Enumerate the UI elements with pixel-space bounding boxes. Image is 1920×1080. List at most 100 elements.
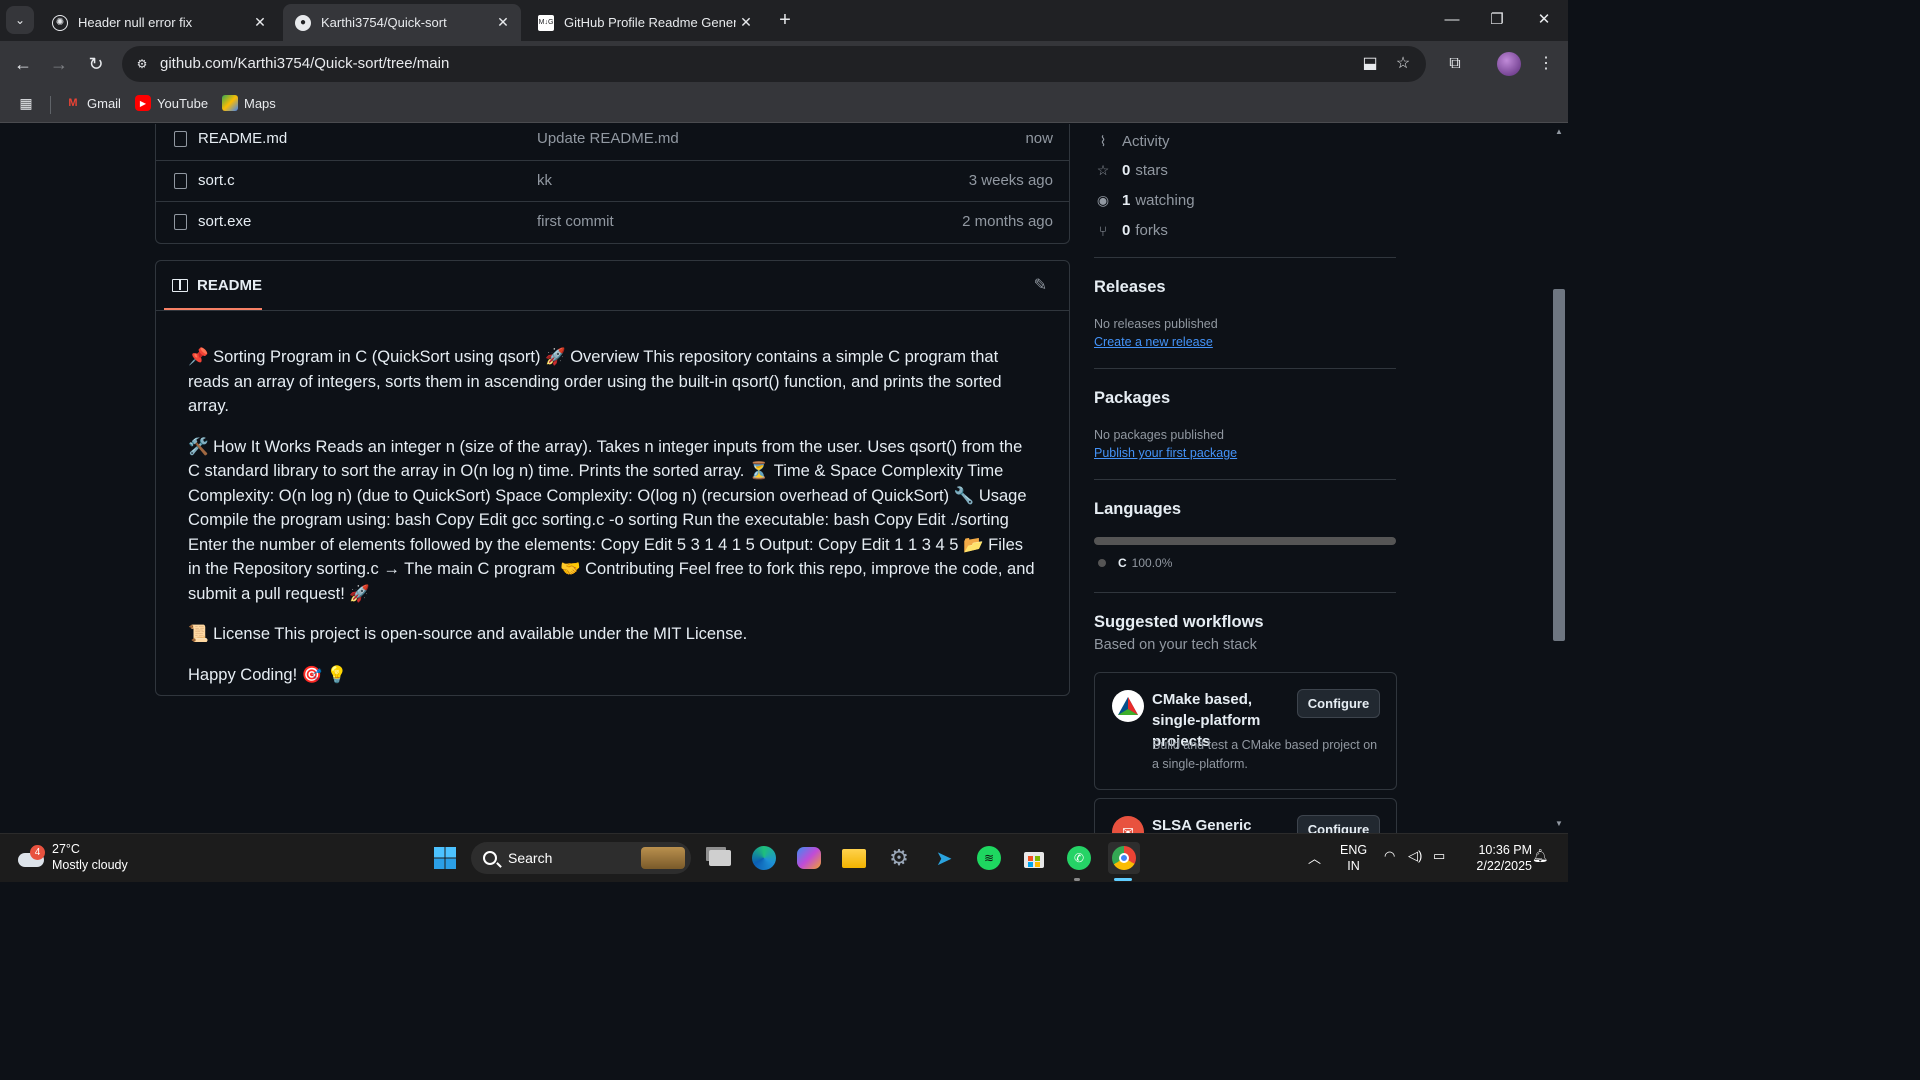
forward-arrow-icon[interactable]: →	[45, 50, 73, 78]
extensions-icon[interactable]: ⧉	[1443, 52, 1467, 76]
reload-icon[interactable]: ↻	[82, 50, 110, 78]
copilot-icon[interactable]	[793, 842, 825, 874]
commit-message-link[interactable]: Update README.md	[537, 130, 679, 147]
telegram-icon[interactable]: ➤	[928, 842, 960, 874]
search-label: Search	[508, 850, 553, 866]
edge-browser-icon[interactable]	[748, 842, 780, 874]
file-row[interactable]: README.md Update README.md now	[156, 124, 1069, 159]
workflows-heading: Suggested workflows	[1094, 613, 1264, 631]
whatsapp-icon[interactable]: ✆	[1063, 842, 1095, 874]
tab-quick-sort-repo[interactable]: ● Karthi3754/Quick-sort ✕	[283, 4, 521, 41]
pulse-icon: ⌇	[1099, 133, 1107, 149]
sidebar-divider	[1094, 479, 1396, 480]
bookmark-star-icon[interactable]: ☆	[1391, 52, 1415, 76]
configure-button[interactable]: Configure	[1297, 689, 1380, 718]
forks-link[interactable]: ⑂ 0 forks	[1094, 222, 1168, 239]
clock-date: 2/22/2025	[1476, 859, 1532, 873]
active-tab-underline	[164, 308, 262, 310]
close-tab-icon[interactable]: ✕	[250, 14, 270, 31]
chrome-menu-icon[interactable]: ⋮	[1534, 52, 1558, 76]
volume-icon[interactable]: ◁)	[1408, 848, 1422, 864]
languages-heading: Languages	[1094, 500, 1182, 518]
whatsapp-running-indicator	[1074, 878, 1080, 881]
input-language-indicator[interactable]: ENG IN	[1340, 842, 1367, 874]
system-clock[interactable]: 10:36 PM 2/22/2025	[1462, 842, 1532, 874]
notification-bell-icon[interactable]: 🔔︎	[1532, 848, 1549, 864]
file-name-link[interactable]: sort.c	[198, 172, 235, 189]
apps-grid-icon[interactable]: ▦	[18, 95, 40, 111]
install-app-icon[interactable]: ⬓	[1358, 52, 1382, 76]
watching-count: 1	[1122, 192, 1131, 209]
tab-title: GitHub Profile Readme Generat	[564, 15, 736, 30]
commit-message-link[interactable]: first commit	[537, 213, 614, 230]
file-row[interactable]: sort.c kk 3 weeks ago	[156, 160, 1069, 201]
task-view-icon[interactable]	[704, 842, 736, 874]
restore-icon[interactable]: ❐	[1482, 8, 1512, 32]
youtube-icon: ▶	[135, 95, 151, 111]
language-code: ENG	[1340, 843, 1368, 857]
create-release-link[interactable]: Create a new release	[1094, 335, 1213, 349]
close-window-icon[interactable]: ✕	[1529, 8, 1559, 32]
readme-paragraph: Happy Coding! 🎯 💡	[188, 665, 348, 684]
pencil-edit-icon[interactable]: ✎	[1034, 275, 1047, 295]
releases-heading[interactable]: Releases	[1094, 278, 1166, 297]
taskbar-search-box[interactable]: Search	[471, 842, 691, 874]
file-row[interactable]: sort.exe first commit 2 months ago	[156, 201, 1069, 242]
file-name-link[interactable]: sort.exe	[198, 213, 251, 230]
profile-avatar[interactable]	[1497, 52, 1521, 76]
bookmark-gmail[interactable]: M Gmail	[65, 95, 121, 111]
activity-link[interactable]: ⌇ Activity	[1094, 133, 1170, 150]
tab-readme-generator[interactable]: M↓G GitHub Profile Readme Generat ✕	[526, 4, 764, 41]
search-icon	[483, 851, 497, 865]
watching-link[interactable]: ◉ 1 watching	[1094, 192, 1195, 209]
star-icon: ☆	[1096, 162, 1110, 178]
tab-header-null-error-fix[interactable]: ✺ Header null error fix ✕	[40, 4, 278, 41]
search-highlight-image	[641, 847, 685, 869]
microsoft-store-icon[interactable]	[1018, 842, 1050, 874]
page-scrollbar[interactable]: ▲ ▼	[1550, 124, 1568, 833]
scroll-down-arrow-icon[interactable]: ▼	[1554, 819, 1564, 828]
stars-link[interactable]: ☆ 0 stars	[1094, 162, 1168, 179]
close-tab-icon[interactable]: ✕	[493, 14, 513, 31]
file-name-link[interactable]: README.md	[198, 130, 287, 147]
clock-time: 10:36 PM	[1478, 843, 1532, 857]
bookmark-maps[interactable]: Maps	[222, 95, 276, 111]
weather-widget[interactable]: 4 27°C Mostly cloudy	[18, 841, 128, 873]
readme-content: 📌 Sorting Program in C (QuickSort using …	[188, 345, 1038, 703]
readme-tab-label: README	[197, 277, 263, 294]
file-icon	[174, 214, 187, 230]
site-info-icon[interactable]: ⚙	[130, 52, 154, 76]
configure-button[interactable]: Configure	[1297, 815, 1380, 833]
battery-icon[interactable]: ▭	[1433, 848, 1445, 864]
no-packages-text: No packages published	[1094, 428, 1224, 442]
language-item-c[interactable]: C 100.0%	[1098, 556, 1172, 570]
language-name: C	[1118, 556, 1127, 570]
readme-panel: README ✎ 📌 Sorting Program in C (QuickSo…	[155, 260, 1070, 696]
show-hidden-icons-chevron[interactable]: ︿	[1308, 848, 1321, 867]
file-explorer-icon[interactable]	[838, 842, 870, 874]
chrome-taskbar-icon[interactable]	[1108, 842, 1140, 874]
commit-message-link[interactable]: kk	[537, 172, 552, 189]
wifi-icon[interactable]: ◠	[1384, 848, 1395, 864]
sidebar-divider	[1094, 257, 1396, 258]
forks-label: forks	[1135, 222, 1168, 239]
bookmark-youtube[interactable]: ▶ YouTube	[135, 95, 208, 111]
windows-start-icon[interactable]	[429, 842, 461, 874]
scroll-up-arrow-icon[interactable]: ▲	[1554, 127, 1564, 136]
minimize-icon[interactable]: —	[1437, 8, 1467, 32]
readme-tab[interactable]: README	[172, 277, 262, 294]
close-tab-icon[interactable]: ✕	[736, 14, 756, 31]
publish-package-link[interactable]: Publish your first package	[1094, 446, 1237, 460]
tab-search-button[interactable]: ⌄	[6, 6, 34, 34]
back-arrow-icon[interactable]: ←	[9, 50, 37, 78]
new-tab-button[interactable]: +	[772, 8, 798, 34]
sidebar-divider	[1094, 592, 1396, 593]
packages-heading[interactable]: Packages	[1094, 389, 1170, 408]
region-code: IN	[1347, 859, 1360, 873]
scrollbar-thumb[interactable]	[1553, 289, 1565, 641]
weather-condition: Mostly cloudy	[52, 858, 128, 872]
address-bar[interactable]: ⚙ github.com/Karthi3754/Quick-sort/tree/…	[122, 46, 1426, 82]
url-text[interactable]: github.com/Karthi3754/Quick-sort/tree/ma…	[160, 55, 449, 72]
spotify-icon[interactable]: ≋	[973, 842, 1005, 874]
settings-gear-icon[interactable]: ⚙	[883, 842, 915, 874]
